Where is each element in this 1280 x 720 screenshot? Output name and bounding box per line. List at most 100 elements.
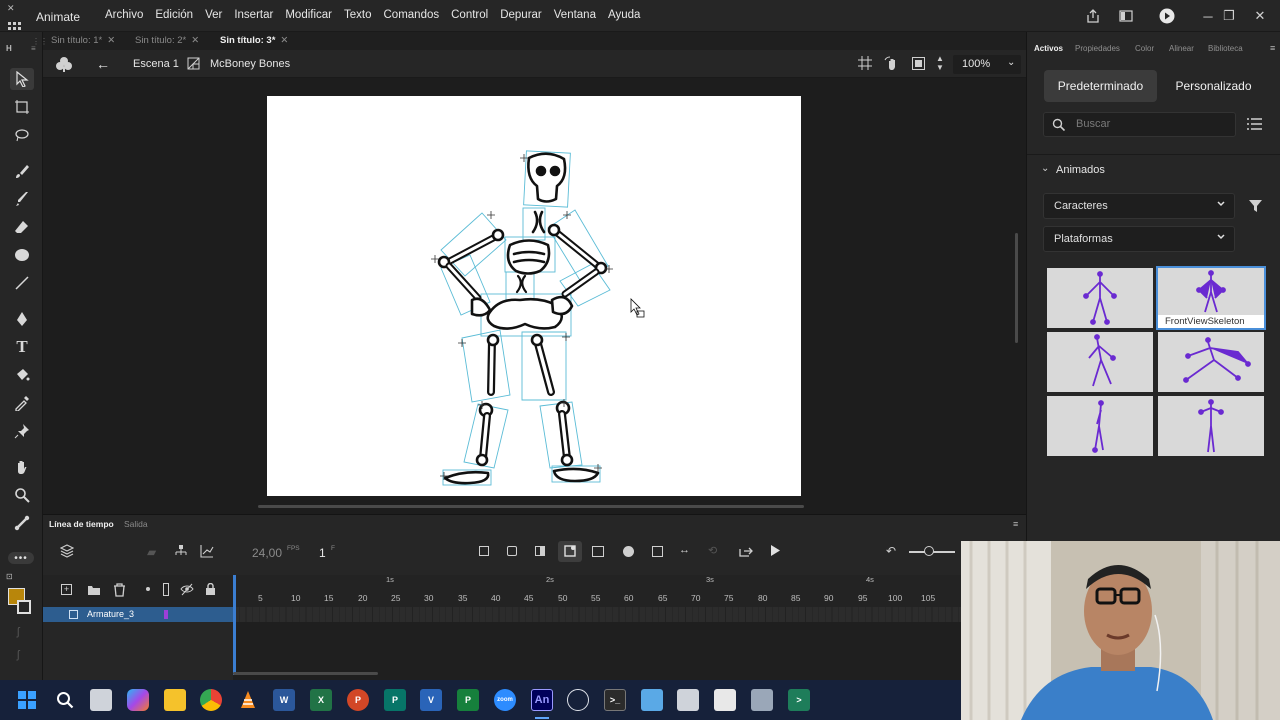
zoom-stepper-icon[interactable]: ▲ ▼ [936,54,944,72]
close-icon[interactable]: ✕ [1247,0,1273,32]
word-icon[interactable]: W [273,689,295,711]
tab-doc-3[interactable]: Sin título: 3* ✕ [220,35,288,46]
restore-icon[interactable]: ❐ [1216,0,1242,32]
frames-area[interactable]: 1s 2s 3s 4s 5 10 15 20 25 30 35 40 45 50… [233,575,1026,681]
menu-ventana[interactable]: Ventana [553,9,597,21]
skeleton-thumb-standing[interactable] [1047,268,1153,328]
menu-texto[interactable]: Texto [343,9,373,21]
tab-library[interactable]: Biblioteca [1208,44,1243,53]
remote-desktop-icon[interactable] [751,689,773,711]
tab-assets[interactable]: Activos [1034,44,1063,53]
rotate-stage-icon[interactable] [884,56,900,72]
snipping-tool-icon[interactable] [714,689,736,711]
free-transform-tool-icon[interactable] [10,96,34,118]
search-icon[interactable] [54,689,76,711]
search-field[interactable]: Buscar [1043,112,1236,137]
notepad-icon[interactable] [641,689,663,711]
menu-depurar[interactable]: Depurar [499,9,543,21]
layer-color-marker[interactable] [164,610,168,619]
symbol-breadcrumb[interactable]: McBoney Bones [210,58,290,70]
vertical-scrollbar[interactable] [1015,233,1018,343]
text-tool-icon[interactable]: T [10,336,34,358]
project-icon[interactable]: P [457,689,479,711]
snap-icon[interactable] [858,56,872,70]
timeline-scrollbar[interactable] [233,672,378,675]
chrome-icon[interactable] [200,689,222,711]
skeleton-thumb-side[interactable] [1047,396,1153,456]
paint-brush-tool-icon[interactable] [10,160,34,182]
chevron-down-icon[interactable]: ⌄ [1041,163,1049,174]
eraser-tool-icon[interactable] [10,216,34,238]
tab-align[interactable]: Alinear [1169,44,1194,53]
fps-value[interactable]: 24,00 [252,546,282,560]
panel-menu-icon[interactable]: ≡ [1270,43,1275,53]
playhead[interactable] [233,575,236,675]
filter-icon[interactable] [1249,199,1262,212]
list-view-icon[interactable] [1247,118,1262,130]
menu-archivo[interactable]: Archivo [104,9,144,21]
powerpoint-icon[interactable]: P [347,689,369,711]
layer-frame-row[interactable] [233,607,1026,622]
play-icon[interactable] [769,544,781,557]
collapse-icon[interactable]: H [6,44,12,53]
back-arrow-icon[interactable]: ← [96,56,110,72]
panel-menu-icon[interactable]: ≡ [1013,519,1018,529]
section-animated[interactable]: Animados [1056,164,1105,176]
copilot-icon[interactable] [127,689,149,711]
file-explorer-icon[interactable] [164,689,186,711]
skeleton-thumb-idle[interactable] [1158,396,1264,456]
pin-tool-icon[interactable] [10,420,34,442]
brush-tool-icon[interactable] [10,188,34,210]
layer-name[interactable]: Armature_3 [87,609,134,619]
menu-ayuda[interactable]: Ayuda [607,9,641,21]
zoom-app-icon[interactable]: zoom [494,689,516,711]
skeleton-armature-drawing[interactable] [267,96,801,496]
excel-icon[interactable]: X [310,689,332,711]
menu-modificar[interactable]: Modificar [284,9,333,21]
test-movie-icon[interactable] [1154,0,1180,32]
auto-keyframe-button[interactable] [558,541,582,562]
edit-multiple-frames-icon[interactable] [652,546,663,557]
stage-canvas[interactable] [267,96,801,496]
loop-icon[interactable]: ↔ [679,544,690,556]
publish-settings-icon[interactable] [1113,0,1139,32]
onion-skin-icon[interactable] [623,546,634,557]
delete-layer-icon[interactable] [113,583,126,597]
camera-icon[interactable]: ▰ [147,545,156,559]
menu-comandos[interactable]: Comandos [383,9,441,21]
menu-control[interactable]: Control [450,9,489,21]
clip-content-icon[interactable] [912,57,925,70]
export-icon[interactable] [739,544,754,557]
current-frame[interactable]: 1 [319,546,326,560]
scene-icon[interactable] [55,55,73,73]
platform-select[interactable]: Plataformas [1043,226,1235,252]
share-icon[interactable] [1080,0,1106,32]
dev-tool-icon[interactable]: > [788,689,810,711]
frame-ruler[interactable]: 5 10 15 20 25 30 35 40 45 50 55 60 65 70… [233,589,1026,607]
highlight-layer-icon[interactable] [146,587,150,591]
new-layer-icon[interactable]: + [61,584,72,595]
undo-icon[interactable]: ↶ [886,544,896,558]
menu-ver[interactable]: Ver [204,9,223,21]
stroke-color-swatch[interactable] [17,600,31,614]
terminal-icon[interactable]: >_ [604,689,626,711]
custom-assets-button[interactable]: Personalizado [1167,70,1260,102]
tab-properties[interactable]: Propiedades [1075,44,1120,53]
tab-output[interactable]: Salida [124,519,148,529]
skeleton-thumb-running[interactable] [1158,332,1264,392]
lock-icon[interactable] [205,583,216,596]
insert-frame-icon[interactable] [535,546,545,556]
horizontal-scrollbar[interactable] [258,505,804,508]
category-select[interactable]: Caracteres [1043,193,1235,219]
tab-color[interactable]: Color [1135,44,1154,53]
close-icon[interactable]: ✕ [280,35,288,46]
line-tool-icon[interactable] [10,272,34,294]
skeleton-thumb-front-view[interactable]: FrontViewSkeleton [1156,266,1266,330]
skeleton-thumb-walking[interactable] [1047,332,1153,392]
layer-depth-icon[interactable] [174,544,188,558]
menu-insertar[interactable]: Insertar [233,9,274,21]
keyboard-icon[interactable] [567,689,589,711]
zoom-tool-icon[interactable] [10,484,34,506]
lasso-tool-icon[interactable] [10,124,34,146]
show-hide-icon[interactable] [180,583,194,596]
